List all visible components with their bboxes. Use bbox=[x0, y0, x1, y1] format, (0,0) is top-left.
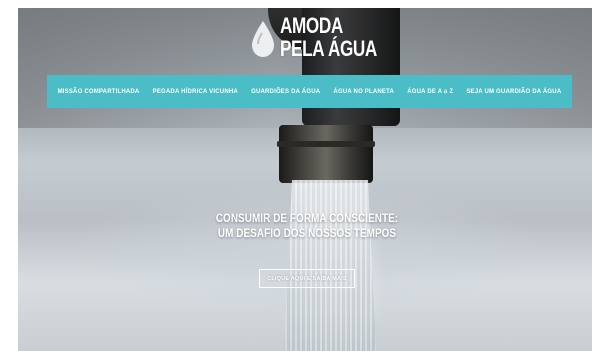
faucet-nozzle bbox=[279, 125, 373, 183]
site-logo[interactable]: AMODA PELA ÁGUA bbox=[246, 14, 386, 70]
main-nav: MISSÃO COMPARTILHADA PEGADA HÍDRICA VICU… bbox=[47, 75, 572, 108]
headline-line-1: CONSUMIR DE FORMA CONSCIENTE: bbox=[215, 213, 399, 225]
learn-more-button[interactable]: CLIQUE AQUI E SAIBA MAIS bbox=[259, 269, 355, 288]
logo-line-2: PELA ÁGUA bbox=[280, 36, 377, 61]
headline-line-2: UM DESAFIO DOS NOSSOS TEMPOS bbox=[217, 228, 397, 240]
nav-item-missao[interactable]: MISSÃO COMPARTILHADA bbox=[58, 89, 140, 95]
water-stream bbox=[284, 180, 376, 351]
water-drop-icon bbox=[252, 21, 274, 57]
page-margin bbox=[0, 0, 18, 351]
nav-item-guardioes[interactable]: GUARDIÕES DA ÁGUA bbox=[251, 89, 320, 95]
faucet-ring bbox=[277, 141, 375, 147]
logo-wordmark: AMODA PELA ÁGUA bbox=[280, 14, 377, 60]
logo-line-1: AMODA bbox=[280, 13, 343, 38]
nav-item-seja-guardiao[interactable]: SEJA UM GUARDIÃO DA ÁGUA bbox=[466, 89, 561, 95]
nav-item-agua-a-z[interactable]: ÁGUA DE A a Z bbox=[407, 89, 453, 95]
nav-item-agua-planeta[interactable]: ÁGUA NO PLANETA bbox=[333, 89, 394, 95]
nav-item-pegada[interactable]: PEGADA HÍDRICA VICUNHA bbox=[153, 89, 238, 95]
hero-headline: CONSUMIR DE FORMA CONSCIENTE: UM DESAFIO… bbox=[198, 212, 416, 242]
